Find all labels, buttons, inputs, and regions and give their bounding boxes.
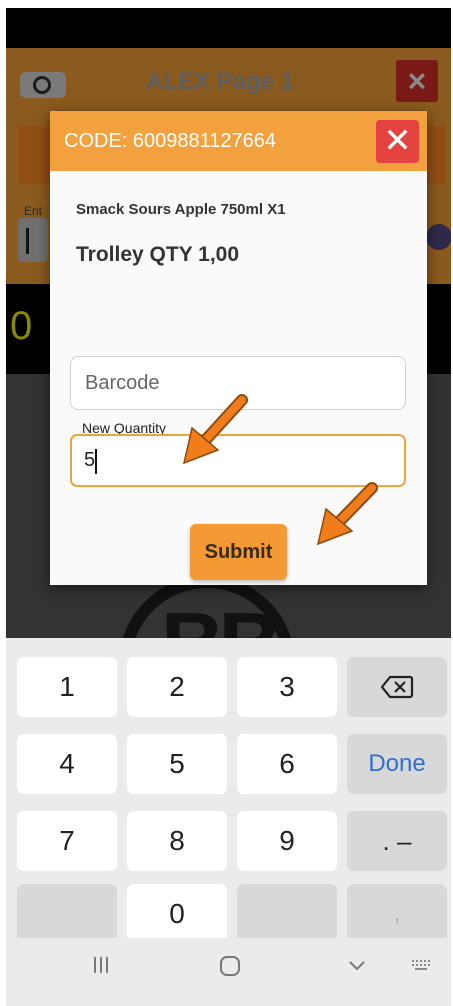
key-8[interactable]: 8 xyxy=(127,811,227,871)
key-7[interactable]: 7 xyxy=(17,811,117,871)
hide-keyboard-icon[interactable] xyxy=(346,954,368,982)
key-1[interactable]: 1 xyxy=(17,657,117,717)
arrow-to-quantity-icon xyxy=(182,394,248,465)
comma-key[interactable]: , xyxy=(347,884,447,944)
backspace-key[interactable] xyxy=(347,657,447,717)
done-key[interactable]: Done xyxy=(347,734,447,794)
key-6[interactable]: 6 xyxy=(237,734,337,794)
empty-key xyxy=(17,884,117,944)
key-9[interactable]: 9 xyxy=(237,811,337,871)
empty-key xyxy=(237,884,337,944)
key-4[interactable]: 4 xyxy=(17,734,117,794)
key-2[interactable]: 2 xyxy=(127,657,227,717)
phone-screen: ALEX Page 1 × 1 Ent 0 BB CODE: 600988112… xyxy=(6,8,451,1006)
home-icon[interactable] xyxy=(218,954,242,984)
key-3[interactable]: 3 xyxy=(237,657,337,717)
numeric-keyboard: 1 2 3 4 5 6 Done 7 8 9 . – 0 , xyxy=(6,638,451,944)
keyboard-switch-icon[interactable] xyxy=(410,954,434,982)
symbols-key[interactable]: . – xyxy=(347,811,447,871)
backspace-icon xyxy=(380,675,414,699)
key-0[interactable]: 0 xyxy=(127,884,227,944)
arrow-to-submit-icon xyxy=(316,482,378,546)
system-nav-bar xyxy=(6,938,451,1006)
key-5[interactable]: 5 xyxy=(127,734,227,794)
recents-icon[interactable] xyxy=(90,954,112,982)
